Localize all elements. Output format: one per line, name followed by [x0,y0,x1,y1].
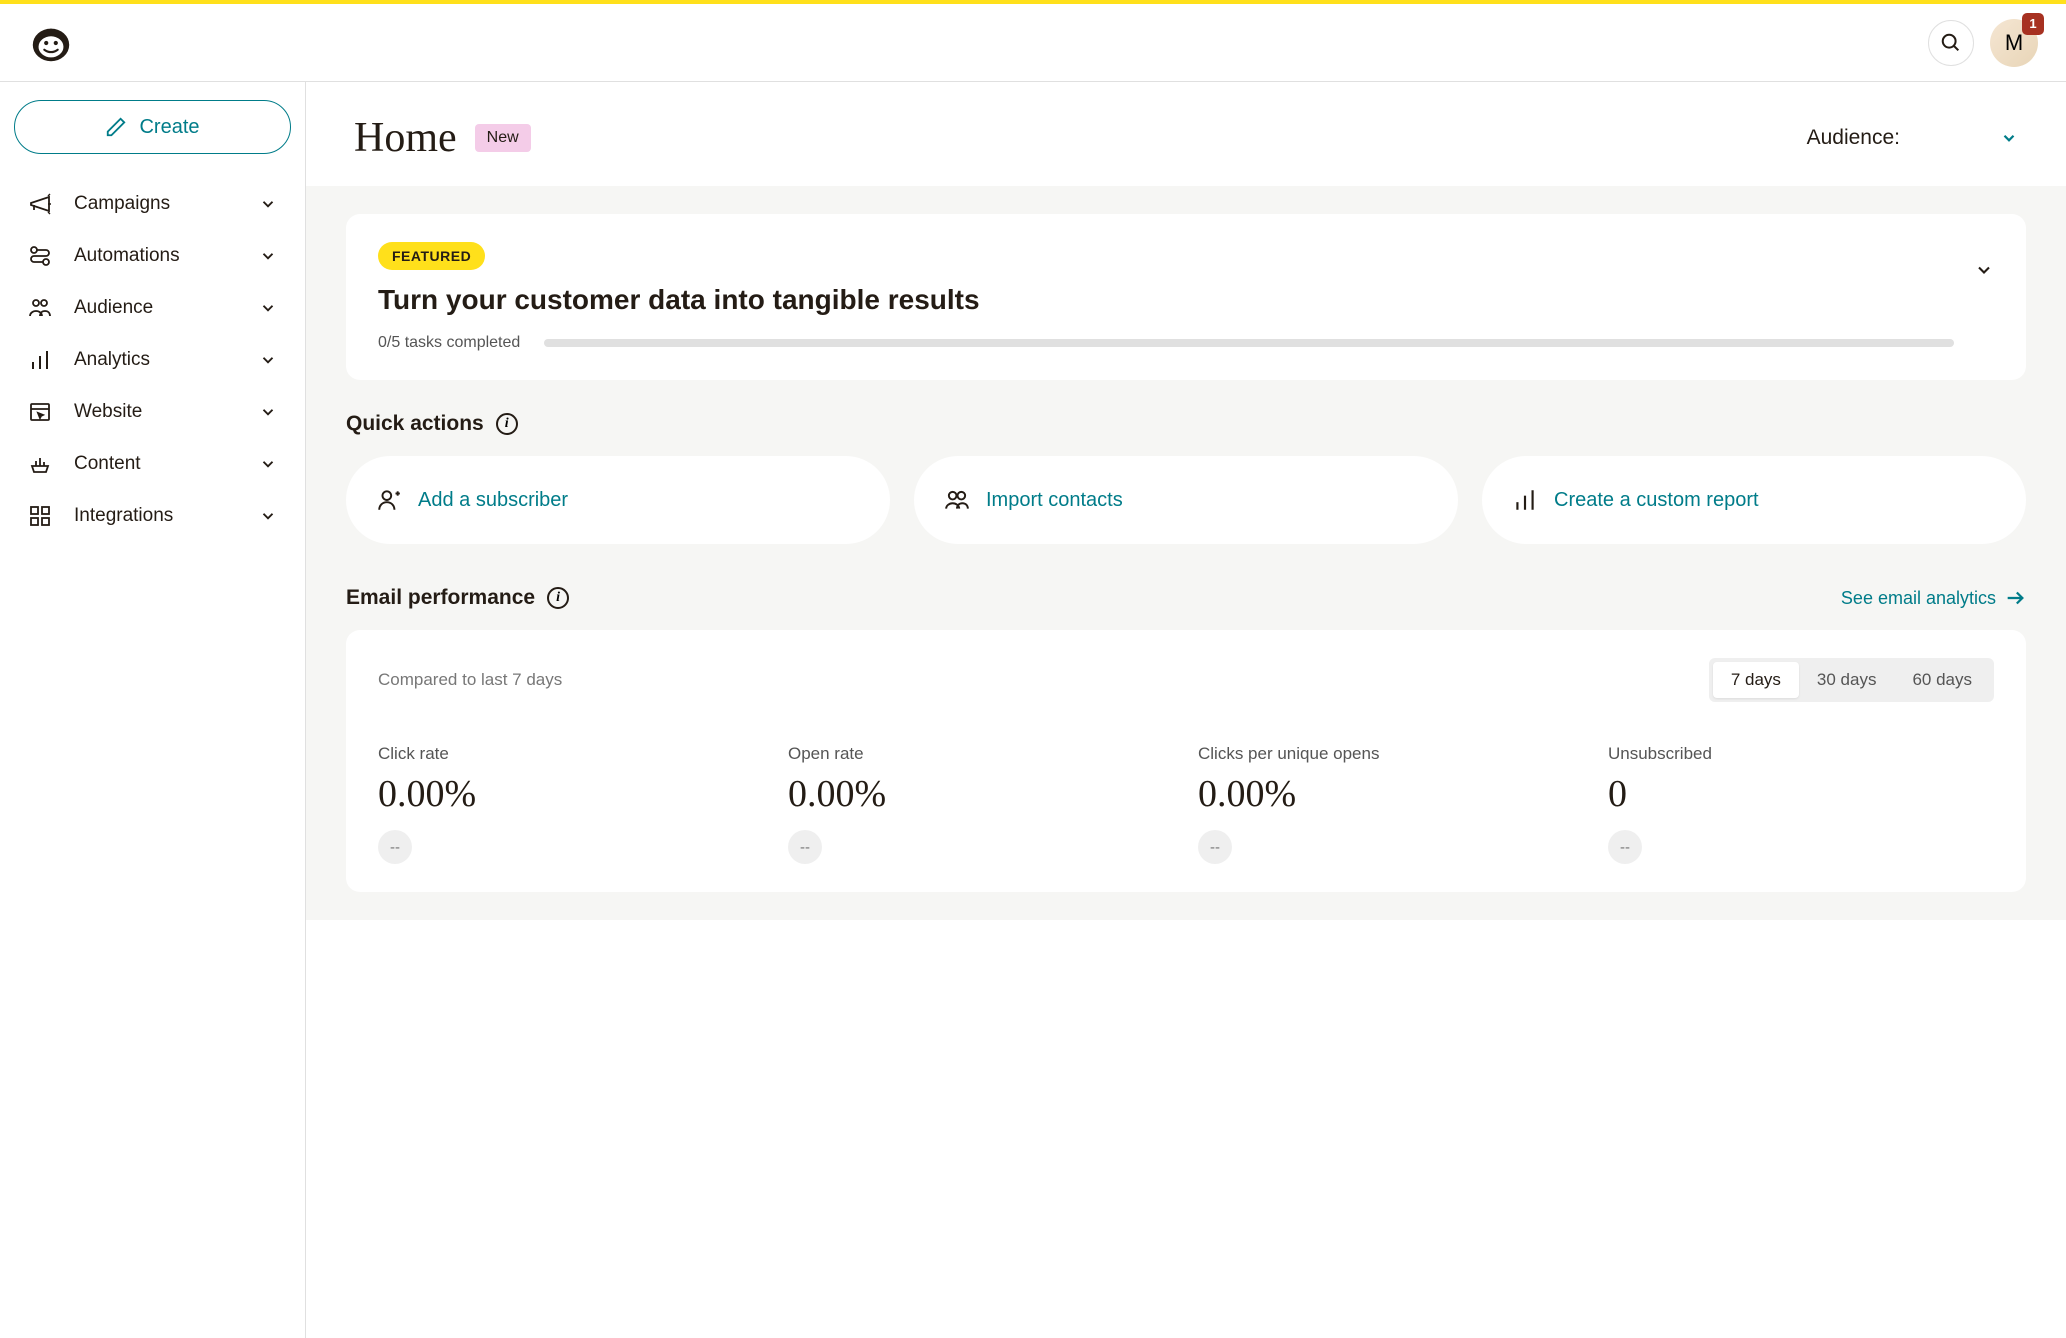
sidebar-item-label: Automations [74,245,259,267]
metric-delta: -- [788,830,822,864]
metric-value: 0.00% [378,772,764,816]
action-label: Add a subscriber [418,487,568,513]
compare-text: Compared to last 7 days [378,670,562,690]
sidebar-item-label: Campaigns [74,193,259,215]
sidebar-item-analytics[interactable]: Analytics [14,334,291,386]
chevron-down-icon [259,507,277,525]
metric-delta: -- [1198,830,1232,864]
arrow-right-icon [2004,587,2026,609]
action-label: Import contacts [986,487,1123,513]
featured-title: Turn your customer data into tangible re… [378,284,1954,316]
add-subscriber-button[interactable]: Add a subscriber [346,456,890,544]
metric-open-rate: Open rate 0.00% -- [788,744,1174,864]
metric-clicks-per-unique-opens: Clicks per unique opens 0.00% -- [1198,744,1584,864]
segment-30-days[interactable]: 30 days [1799,662,1895,698]
progress-bar [544,339,1954,347]
sidebar-item-label: Analytics [74,349,259,371]
sidebar-item-website[interactable]: Website [14,386,291,438]
chevron-down-icon [259,403,277,421]
chevron-down-icon [259,351,277,369]
metric-click-rate: Click rate 0.00% -- [378,744,764,864]
metric-value: 0.00% [1198,772,1584,816]
email-performance-card: Compared to last 7 days 7 days 30 days 6… [346,630,2026,892]
segment-7-days[interactable]: 7 days [1713,662,1799,698]
create-report-button[interactable]: Create a custom report [1482,456,2026,544]
bar-chart-icon [28,348,52,372]
import-contacts-button[interactable]: Import contacts [914,456,1458,544]
metric-value: 0 [1608,772,1994,816]
people-icon [28,296,52,320]
main-content: Home New Audience: FEATURED Turn your cu… [306,82,2066,1338]
sidebar-item-automations[interactable]: Automations [14,230,291,282]
progress-text: 0/5 tasks completed [378,334,520,352]
bar-chart-icon [1512,487,1538,513]
add-person-icon [376,487,402,513]
metric-label: Click rate [378,744,764,764]
info-icon[interactable]: i [496,413,518,435]
avatar-initial: M [2005,30,2023,56]
create-label: Create [139,116,199,139]
sidebar-item-audience[interactable]: Audience [14,282,291,334]
featured-card: FEATURED Turn your customer data into ta… [346,214,2026,380]
sidebar-item-content[interactable]: Content [14,438,291,490]
chevron-down-icon [259,247,277,265]
link-label: See email analytics [1841,588,1996,609]
metric-delta: -- [1608,830,1642,864]
megaphone-icon [28,192,52,216]
sidebar-item-campaigns[interactable]: Campaigns [14,178,291,230]
action-label: Create a custom report [1554,487,1759,513]
sidebar-item-label: Audience [74,297,259,319]
pencil-icon [105,116,127,138]
search-icon [1940,32,1962,54]
brush-icon [28,452,52,476]
chevron-down-icon [259,195,277,213]
audience-dropdown[interactable]: Audience: [1807,126,2018,150]
chevron-down-icon[interactable] [1974,260,1994,280]
chevron-down-icon [2000,129,2018,147]
metric-delta: -- [378,830,412,864]
quick-actions-title: Quick actions [346,412,484,436]
metric-unsubscribed: Unsubscribed 0 -- [1608,744,1994,864]
see-email-analytics-link[interactable]: See email analytics [1841,587,2026,609]
search-button[interactable] [1928,20,1974,66]
automation-icon [28,244,52,268]
sidebar-item-label: Integrations [74,505,259,527]
page-title: Home [354,114,457,162]
sidebar: Create Campaigns Automations Audie [0,82,306,1338]
create-button[interactable]: Create [14,100,291,154]
notification-badge: 1 [2022,13,2044,35]
chevron-down-icon [259,299,277,317]
cursor-window-icon [28,400,52,424]
sidebar-item-label: Website [74,401,259,423]
mailchimp-logo[interactable] [28,20,74,66]
email-performance-title: Email performance [346,586,535,610]
sidebar-item-label: Content [74,453,259,475]
sidebar-item-integrations[interactable]: Integrations [14,490,291,542]
metric-value: 0.00% [788,772,1174,816]
chevron-down-icon [259,455,277,473]
grid-icon [28,504,52,528]
metric-label: Clicks per unique opens [1198,744,1584,764]
time-range-segment: 7 days 30 days 60 days [1709,658,1994,702]
metric-label: Unsubscribed [1608,744,1994,764]
audience-label: Audience: [1807,126,1900,150]
avatar[interactable]: M 1 [1990,19,2038,67]
featured-badge: FEATURED [378,242,485,270]
segment-60-days[interactable]: 60 days [1894,662,1990,698]
metric-label: Open rate [788,744,1174,764]
new-badge: New [475,124,531,152]
header: M 1 [0,4,2066,82]
people-icon [944,487,970,513]
info-icon[interactable]: i [547,587,569,609]
